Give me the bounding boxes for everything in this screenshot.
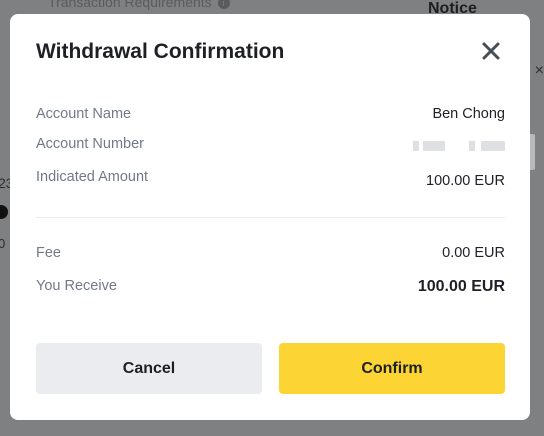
account-number-row: Account Number xyxy=(36,136,505,156)
background-number-2: 0 xyxy=(0,236,6,251)
dialog-title: Withdrawal Confirmation xyxy=(36,40,285,63)
account-name-row: Account Name Ben Chong xyxy=(36,106,505,126)
background-radio-dot xyxy=(0,205,8,219)
indicated-amount-row: Indicated Amount 100.00 EUR xyxy=(36,169,505,189)
info-icon: i xyxy=(217,0,230,9)
cancel-button[interactable]: Cancel xyxy=(36,343,262,394)
background-close-icon: × xyxy=(534,62,544,79)
section-divider xyxy=(36,217,505,218)
fee-value: 0.00 EUR xyxy=(442,245,505,261)
indicated-amount-label: Indicated Amount xyxy=(36,169,149,185)
fee-row: Fee 0.00 EUR xyxy=(36,245,505,265)
you-receive-label: You Receive xyxy=(36,278,117,294)
fee-label: Fee xyxy=(36,245,61,261)
account-name-label: Account Name xyxy=(36,106,132,122)
withdrawal-confirmation-dialog: Withdrawal Confirmation Account Name Ben… xyxy=(10,14,530,420)
account-number-redacted xyxy=(413,139,505,153)
you-receive-value: 100.00 EUR xyxy=(417,278,505,295)
close-icon xyxy=(482,42,500,60)
account-name-value: Ben Chong xyxy=(432,106,505,122)
close-button[interactable] xyxy=(478,38,504,64)
account-number-label: Account Number xyxy=(36,136,144,152)
background-section-label: Transaction Requirements i xyxy=(48,0,230,10)
indicated-amount-value: 100.00 EUR xyxy=(426,173,505,189)
you-receive-row: You Receive 100.00 EUR xyxy=(36,278,505,298)
confirm-button[interactable]: Confirm xyxy=(279,343,505,394)
